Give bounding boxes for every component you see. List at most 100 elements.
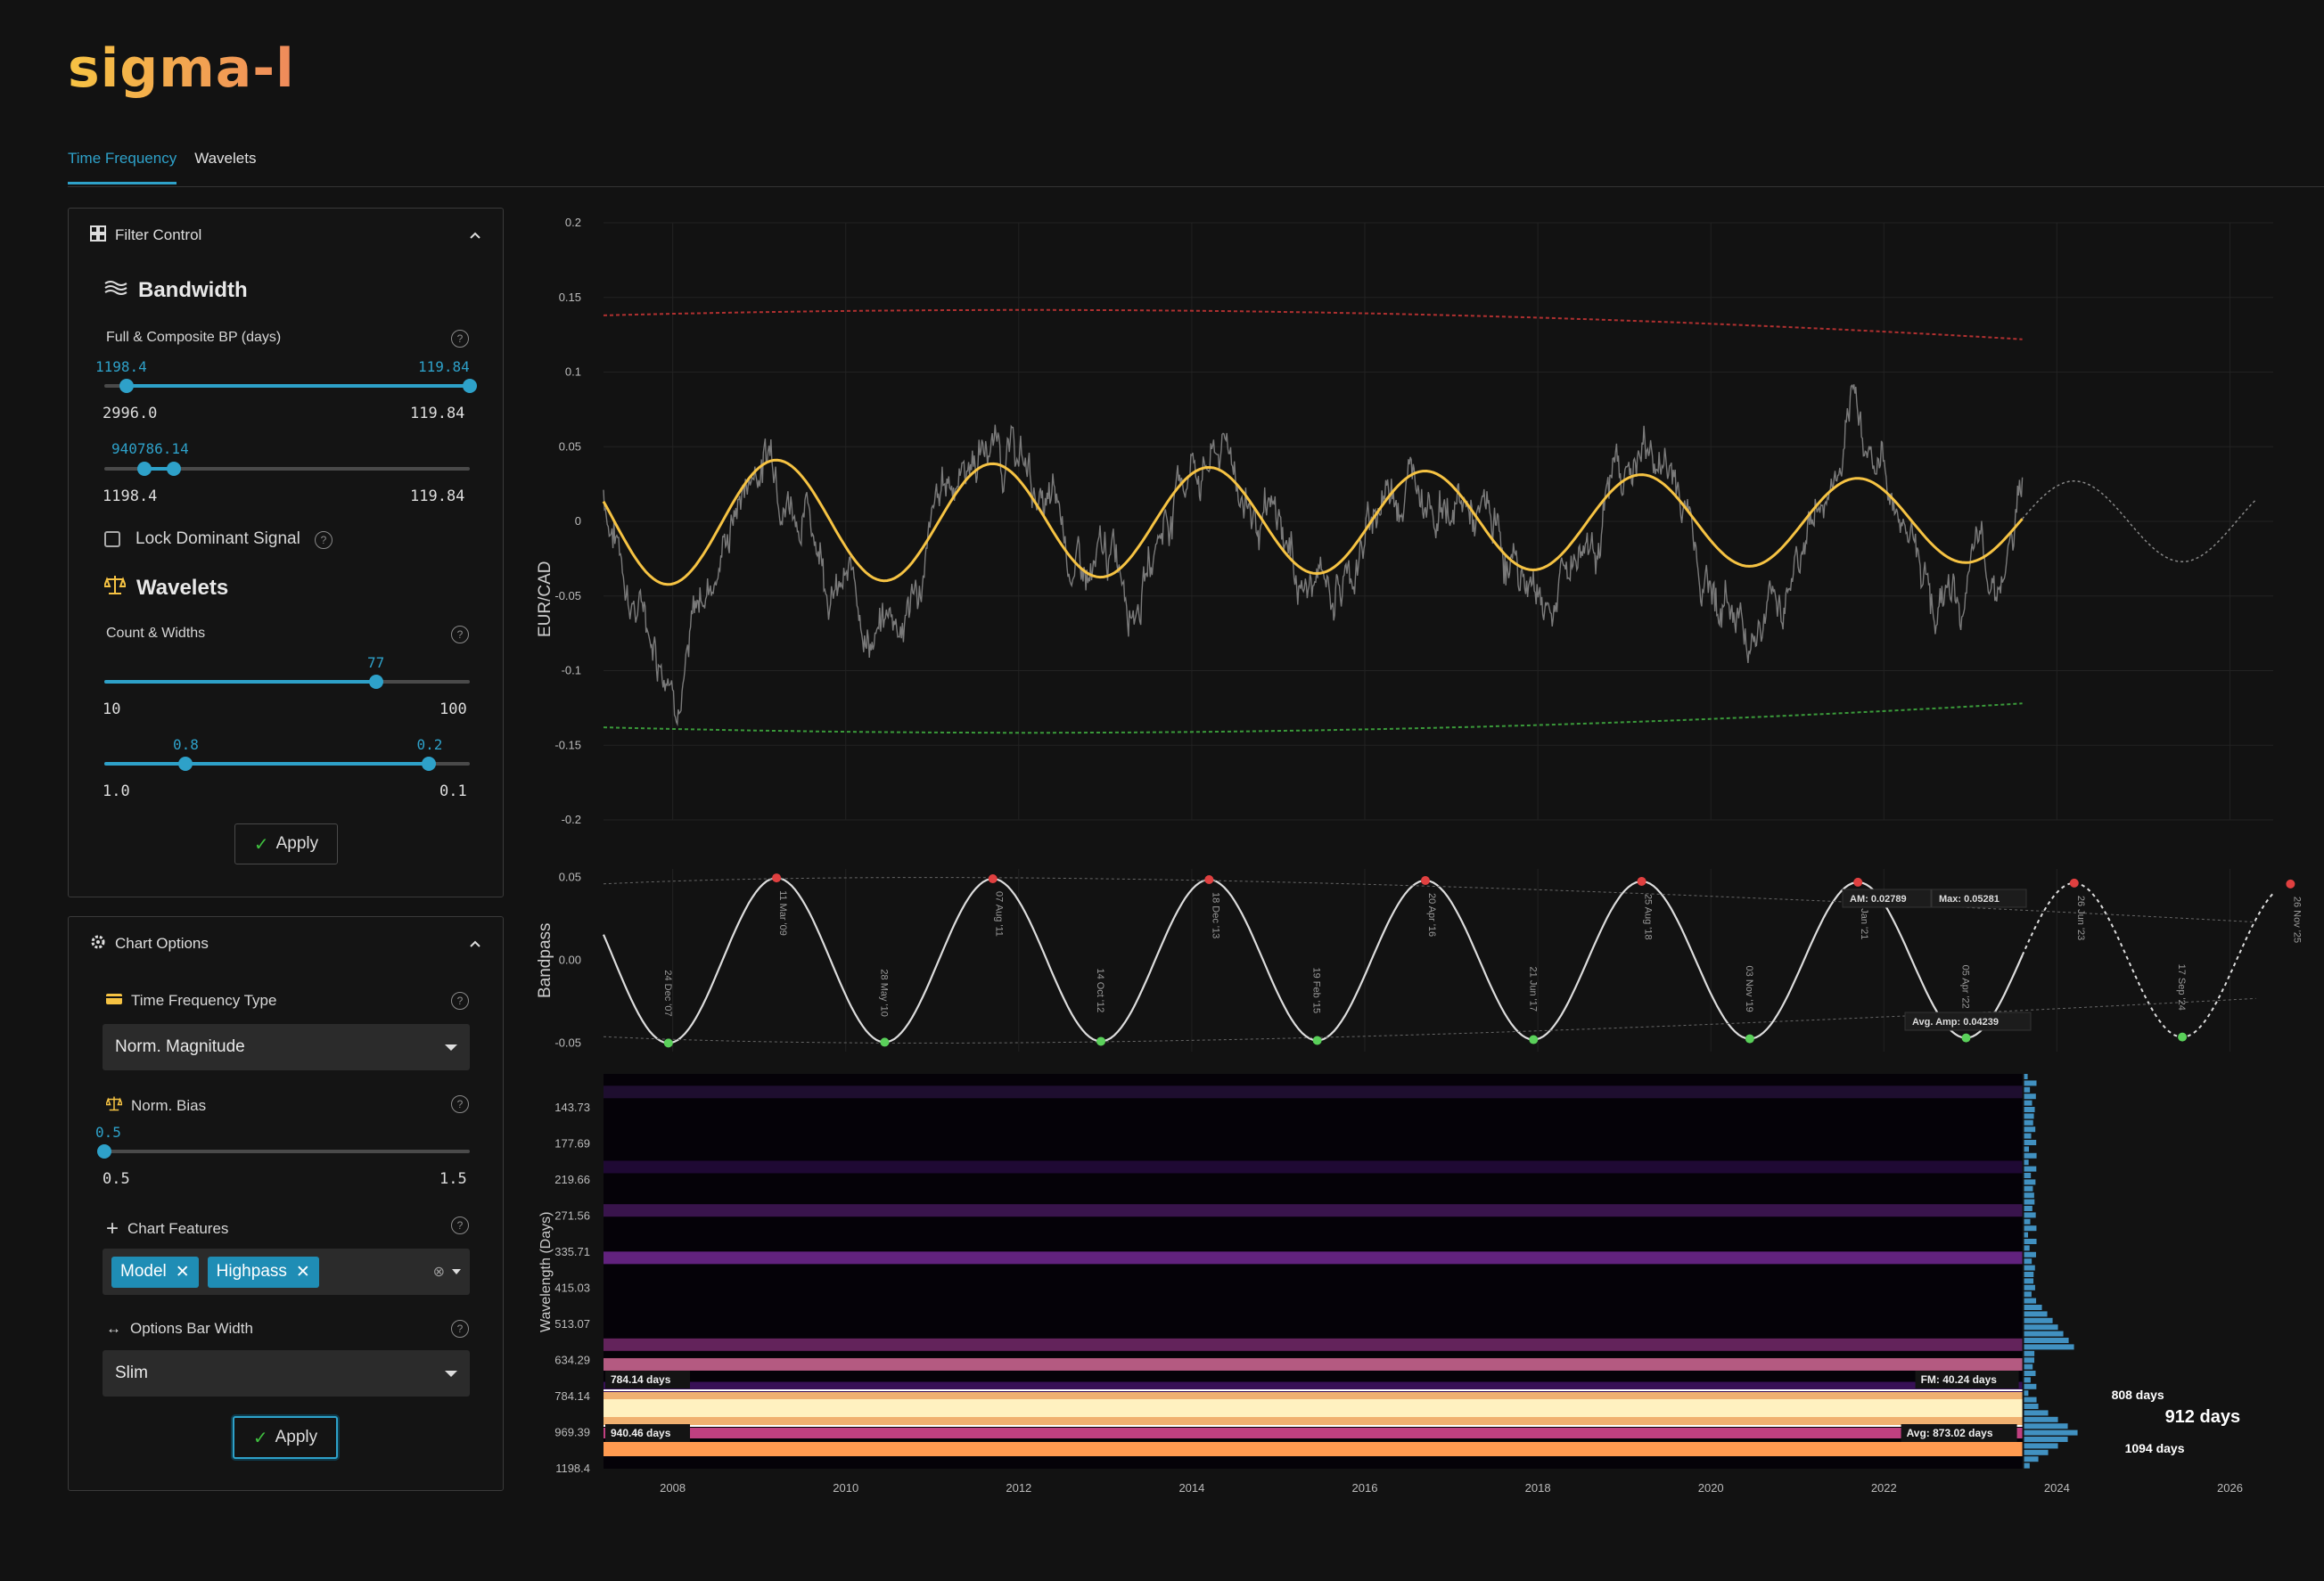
trough-marker [663,1038,673,1048]
histogram-bar [2024,1278,2034,1284]
histogram-bar [2024,1437,2068,1442]
chevron-up-icon[interactable] [469,226,481,244]
help-icon[interactable]: ? [315,531,333,549]
histogram-bar [2024,1443,2058,1449]
clear-icon[interactable]: ⊗ [433,1263,445,1281]
histogram-bar [2024,1179,2036,1185]
histogram-bar [2024,1456,2039,1462]
width-high-handle[interactable] [422,757,437,771]
histogram-bar [2024,1232,2028,1238]
heatmap-band [604,1085,2023,1099]
chevron-up-icon[interactable] [469,935,481,953]
help-icon[interactable]: ? [451,330,469,348]
tab-wavelets[interactable]: Wavelets [194,150,256,184]
peak-marker [1204,875,1214,885]
histogram-bar [2024,1371,2036,1376]
trough-marker [2178,1032,2188,1042]
y-tick-label: 415.03 [554,1282,590,1295]
trough-label: 03 Nov '19 [1744,966,1754,1012]
count-handle[interactable] [369,675,384,689]
help-icon[interactable]: ? [451,1216,469,1234]
remove-icon[interactable]: ✕ [296,1262,310,1282]
y-tick-label: -0.1 [562,664,581,677]
trough-marker [1312,1036,1322,1045]
slider1-high-value: 119.84 [418,358,470,375]
histogram-bar [2024,1272,2034,1277]
histogram-bar [2024,1245,2030,1251]
count-min: 10 [103,700,121,718]
y-tick-label: 0.2 [565,216,581,229]
histogram-bar [2024,1239,2037,1244]
y-tick-label: 1198.4 [555,1462,590,1475]
width-low-value: 0.8 [173,736,199,753]
trough-marker [1745,1034,1754,1044]
chart-options-apply-button[interactable]: ✓ Apply [233,1416,338,1459]
histogram-bar [2024,1298,2037,1304]
slider1-min: 2996.0 [103,405,158,422]
help-icon[interactable]: ? [451,1095,469,1113]
y-axis-label: Wavelength (Days) [538,1212,554,1332]
histogram-bar [2024,1462,2030,1469]
width-low-handle[interactable] [178,757,193,771]
x-tick-label: 2008 [660,1481,686,1495]
lock-dominant-checkbox[interactable] [104,531,120,547]
histogram-bar [2024,1206,2032,1211]
x-tick-label: 2024 [2044,1481,2070,1495]
scale-icon [103,574,127,602]
charts-area: 0.2 0.15 0.1 0.05 0 -0.05 -0.1 -0.15 -0.2 EUR/CAD… [536,216,2302,1495]
slider1-low-value: 1198.4 [95,358,147,375]
histogram-bar [2024,1404,2039,1409]
histogram-bar [2024,1159,2029,1166]
help-icon[interactable]: ? [451,1320,469,1338]
histogram-bar [2024,1311,2048,1317]
histogram-bar [2024,1126,2036,1133]
options-bar-select[interactable]: Slim [103,1350,470,1397]
caret-down-icon[interactable] [452,1269,461,1274]
price-chart: 0.2 0.15 0.1 0.05 0 -0.05 -0.1 -0.15 -0.2 EUR/CAD [536,216,2273,826]
dominant-band-mid [604,1428,2023,1438]
norm-bias-handle[interactable] [97,1144,111,1159]
histogram-bar [2024,1449,2049,1455]
histogram-bar [2024,1218,2031,1225]
histogram-bar [2024,1119,2033,1126]
x-tick-label: 2016 [1352,1481,1378,1495]
tf-type-select[interactable]: Norm. Magnitude [103,1024,470,1070]
max-tag: Max: 0.05281 [1931,889,2027,908]
x-tick-label: 2022 [1871,1481,1897,1495]
width-min: 1.0 [103,782,130,800]
y-tick-label: 0.05 [559,439,581,453]
peak-marker [1637,876,1647,886]
caret-down-icon [445,1370,457,1377]
help-icon[interactable]: ? [451,992,469,1010]
histogram-bar [2024,1364,2033,1370]
histogram-bar [2024,1225,2037,1232]
filter-apply-button[interactable]: ✓ Apply [234,823,338,864]
peak-label: 11 Mar '09 [777,890,788,936]
peak-label: 26 Jun '23 [2075,896,2086,940]
norm-bias-min: 0.5 [103,1170,130,1188]
filter-control-header[interactable]: Filter Control [69,209,503,262]
remove-icon[interactable]: ✕ [176,1262,190,1282]
arrows-horizontal-icon: ↔ [106,1320,121,1337]
slider1-low-handle[interactable] [119,379,134,393]
full-composite-label: Full & Composite BP (days) [106,330,282,345]
tab-time-frequency[interactable]: Time Frequency [68,150,177,184]
histogram-bar [2024,1086,2031,1093]
y-axis-label: EUR/CAD [536,561,554,637]
slider1-max: 119.84 [410,405,465,422]
y-tick-label: 177.69 [554,1137,590,1151]
gear-icon [90,934,106,954]
heatmap-band [604,1204,2023,1217]
slider1-high-handle[interactable] [463,379,477,393]
slider2-high-handle[interactable] [166,462,181,476]
avg-amp-tag: Avg. Amp: 0.04239 [1904,1012,2032,1031]
peak-label: 26 Nov '25 [2291,897,2302,943]
norm-bias-value: 0.5 [95,1124,121,1141]
chart-options-header[interactable]: Chart Options [69,917,503,971]
am-tag-text: AM: 0.02789 [1850,894,1907,905]
histogram-label: 808 days [2112,1388,2164,1402]
slider2-low-handle[interactable] [137,462,152,476]
help-icon[interactable]: ? [451,626,469,643]
chart-features-multiselect[interactable]: Model ✕ Highpass ✕ ⊗ [103,1249,470,1295]
width-max: 0.1 [439,782,467,800]
